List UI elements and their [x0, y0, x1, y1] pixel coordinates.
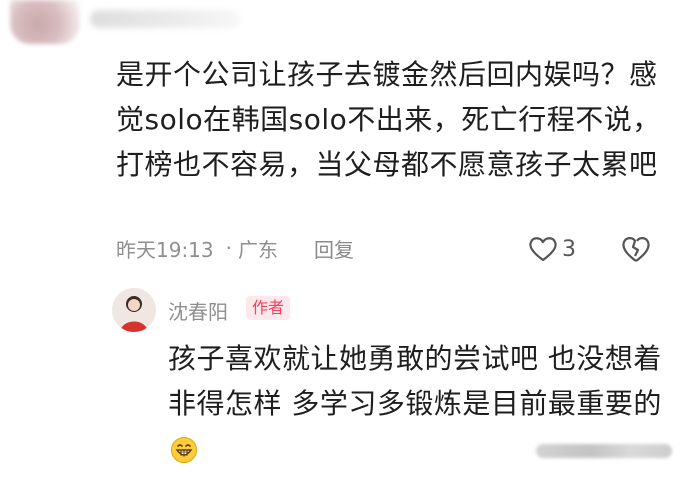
comment-meta: 昨天19:13 · 广东 回复: [116, 232, 664, 264]
source-watermark: [536, 444, 672, 458]
previous-commenter-name: [90, 10, 240, 28]
author-avatar[interactable]: [112, 288, 156, 332]
dislike-button[interactable]: [620, 234, 652, 268]
like-button[interactable]: 3: [528, 232, 576, 266]
reply-text-content: 孩子喜欢就让她勇敢的尝试吧 也没想着非得怎样 多学习多锻炼是目前最重要的: [168, 342, 662, 420]
comment-text: 是开个公司让孩子去镀金然后回内娱吗？感觉solo在韩国solo不出来，死亡行程不…: [116, 58, 661, 181]
author-badge: 作者: [246, 296, 291, 320]
comment-time: 昨天19:13: [116, 237, 214, 262]
grinning-face-icon: [170, 432, 198, 477]
reply-button[interactable]: 回复: [314, 234, 354, 263]
comment-location: 广东: [238, 237, 278, 262]
like-count: 3: [562, 236, 576, 262]
previous-commenter-avatar: [10, 0, 80, 44]
author-name[interactable]: 沈春阳: [168, 296, 228, 325]
heart-outline-icon: [529, 237, 557, 262]
meta-separator: ·: [225, 236, 232, 260]
broken-heart-icon: [622, 237, 650, 262]
